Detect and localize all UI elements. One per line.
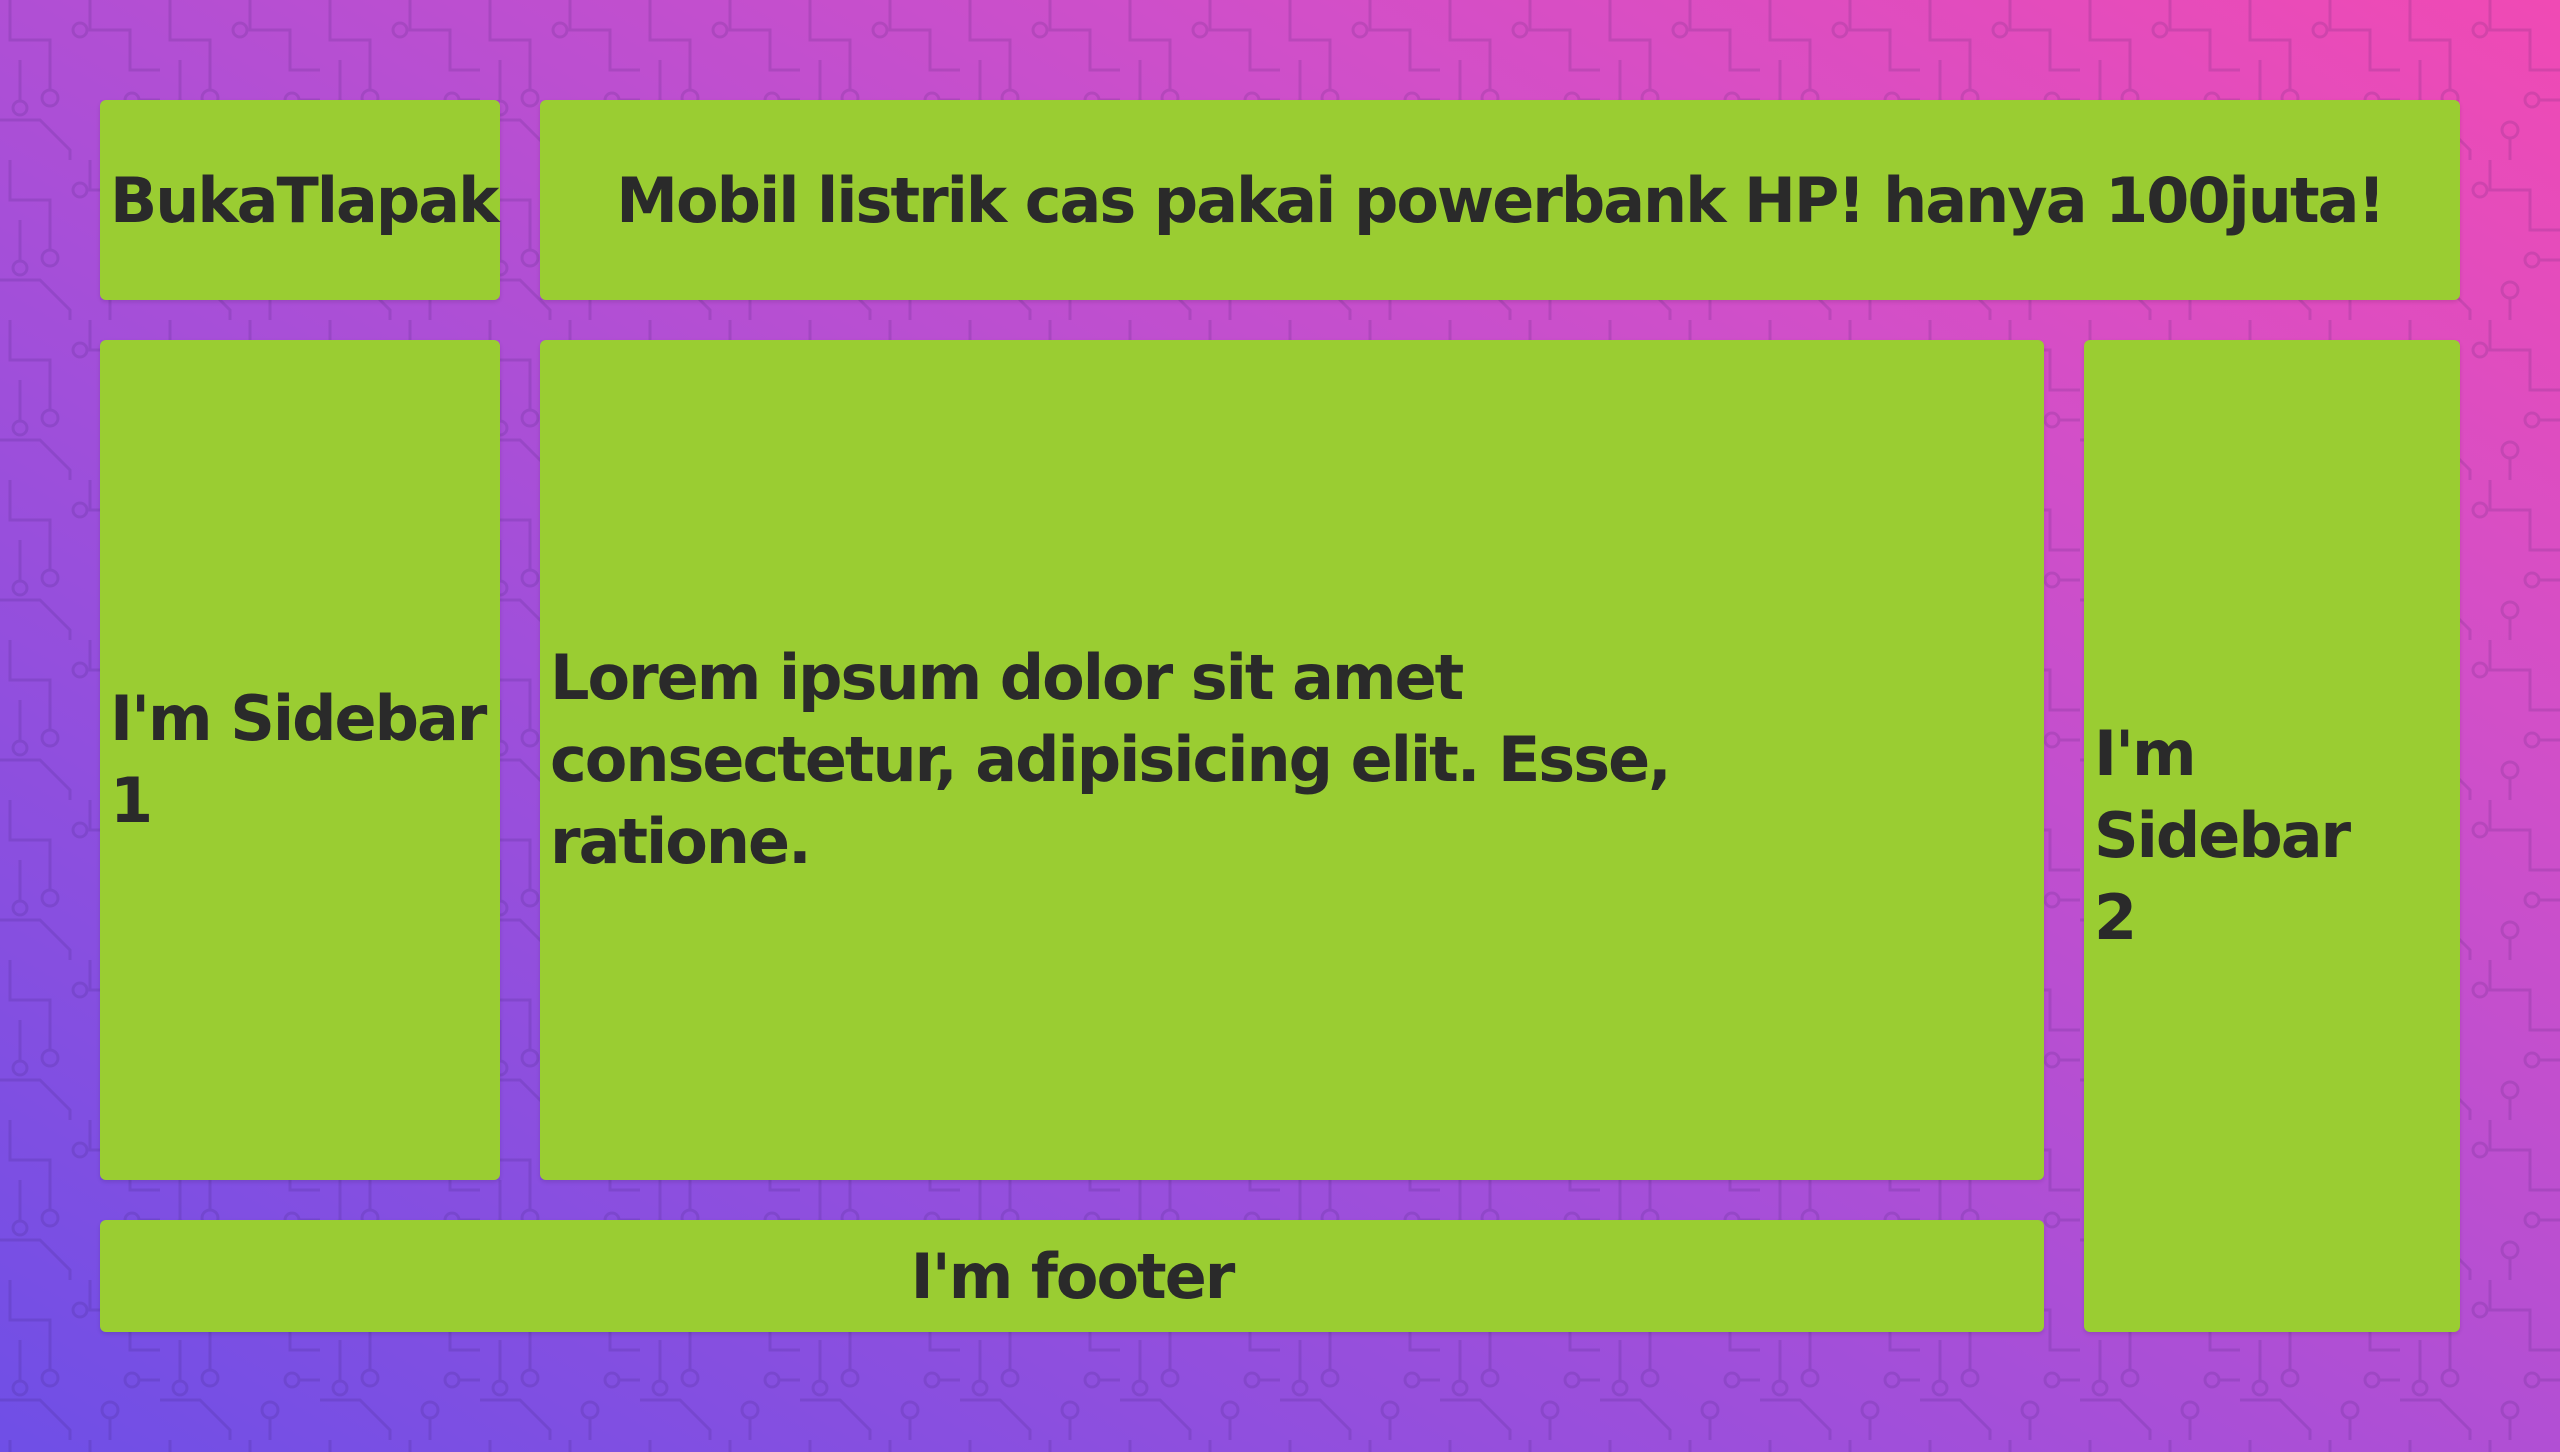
header-box: Mobil listrik cas pakai powerbank HP! ha… <box>540 100 2460 300</box>
logo-text: BukaTlapak <box>110 163 499 237</box>
logo-box[interactable]: BukaTlapak <box>100 100 500 300</box>
sidebar-1: I'm Sidebar 1 <box>100 340 500 1180</box>
footer: I'm footer <box>100 1220 2044 1332</box>
sidebar-2-text: I'm Sidebar 2 <box>2094 717 2351 954</box>
main-content-text: Lorem ipsum dolor sit amet consectetur, … <box>550 641 1672 878</box>
footer-text: I'm footer <box>910 1239 1236 1313</box>
sidebar-1-text: I'm Sidebar 1 <box>110 682 487 837</box>
main-content: Lorem ipsum dolor sit amet consectetur, … <box>540 340 2044 1180</box>
header-text: Mobil listrik cas pakai powerbank HP! ha… <box>616 163 2385 237</box>
sidebar-2: I'm Sidebar 2 <box>2084 340 2460 1332</box>
